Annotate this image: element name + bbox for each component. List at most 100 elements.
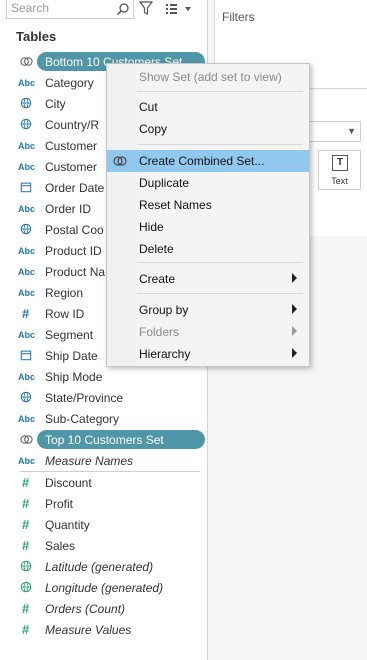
globe-icon (20, 581, 34, 595)
field-name: Discount (45, 476, 92, 490)
field-name: Segment (45, 328, 94, 342)
view-options-icon[interactable] (164, 1, 196, 17)
menu-item-duplicate[interactable]: Duplicate (107, 172, 309, 194)
string-type-icon: Abc (18, 456, 36, 466)
dimensions-measures-divider (20, 471, 200, 472)
field-name: Postal Coo (45, 223, 104, 237)
menu-item-label: Duplicate (139, 176, 190, 190)
field-item[interactable]: State/Province (14, 388, 204, 408)
number-type-icon: # (22, 306, 30, 321)
field-item[interactable]: # Profit (14, 494, 204, 514)
field-name: Country/R (45, 118, 100, 132)
field-name: State/Province (45, 391, 124, 405)
menu-item-reset-names[interactable]: Reset Names (107, 194, 309, 216)
field-item[interactable]: Longitude (generated) (14, 578, 204, 598)
field-name: Ship Mode (45, 370, 103, 384)
field-item[interactable]: Top 10 Customers Set (14, 430, 205, 450)
number-type-icon: # (22, 517, 30, 532)
field-name: City (45, 97, 66, 111)
field-item[interactable]: # Quantity (14, 515, 204, 535)
string-type-icon: Abc (18, 246, 36, 256)
string-type-icon: Abc (18, 372, 36, 382)
tables-heading: Tables (16, 29, 57, 44)
menu-item-label: Show Set (add set to view) (139, 70, 282, 84)
menu-separator (137, 262, 303, 263)
menu-item-label: Reset Names (139, 198, 212, 212)
field-name: Category (45, 76, 94, 90)
globe-icon (20, 560, 34, 574)
mark-type-dropdown[interactable]: ▼ (305, 121, 361, 142)
number-type-icon: # (22, 475, 30, 490)
calendar-icon (20, 349, 34, 363)
field-name: Orders (Count) (45, 602, 126, 616)
field-item[interactable]: Latitude (generated) (14, 557, 204, 577)
field-name: Sales (45, 539, 76, 553)
menu-item-hierarchy[interactable]: Hierarchy (107, 343, 309, 365)
submenu-arrow-icon (292, 304, 297, 314)
menu-separator (137, 144, 303, 145)
field-name: Profit (45, 497, 74, 511)
menu-item-create-combined-set[interactable]: Create Combined Set... (107, 150, 309, 172)
set-icon (20, 55, 34, 69)
field-name: Row ID (45, 307, 85, 321)
text-icon: T (332, 155, 348, 171)
chevron-down-icon: ▼ (347, 126, 356, 136)
field-name: Customer (45, 160, 98, 174)
submenu-arrow-icon (292, 273, 297, 283)
field-name: Order Date (45, 181, 105, 195)
menu-separator (137, 91, 303, 92)
number-type-icon: # (22, 601, 30, 616)
field-name: Measure Values (45, 623, 132, 637)
field-item[interactable]: # Orders (Count) (14, 599, 204, 619)
string-type-icon: Abc (18, 162, 36, 172)
text-mark-label: Text (331, 176, 348, 186)
filter-icon[interactable] (139, 1, 153, 16)
field-item[interactable]: # Measure Values (14, 620, 204, 640)
filters-title: Filters (222, 10, 255, 24)
menu-item-label: Create (139, 272, 176, 286)
menu-item-label: Copy (139, 122, 168, 136)
field-item[interactable]: Abc Measure Names (14, 451, 204, 471)
set-icon (20, 433, 34, 447)
field-name: Ship Date (45, 349, 98, 363)
string-type-icon: Abc (18, 330, 36, 340)
search-icon[interactable] (116, 2, 130, 16)
field-item[interactable]: # Discount (14, 473, 204, 493)
combined-set-icon (113, 154, 127, 168)
menu-item-label: Cut (139, 100, 158, 114)
menu-item-group-by[interactable]: Group by (107, 299, 309, 321)
field-name: Longitude (generated) (45, 581, 164, 595)
number-type-icon: # (22, 622, 30, 637)
menu-item-hide[interactable]: Hide (107, 216, 309, 238)
menu-item-delete[interactable]: Delete (107, 238, 309, 260)
text-mark-button[interactable]: T Text (318, 150, 361, 190)
menu-item-label: Hide (139, 220, 164, 234)
context-menu: Show Set (add set to view) Cut Copy Create … (106, 63, 310, 367)
menu-item-show-set-add-set-to-view: Show Set (add set to view) (107, 66, 309, 88)
menu-item-label: Folders (139, 325, 180, 339)
string-type-icon: Abc (18, 288, 36, 298)
field-name: Measure Names (45, 454, 134, 468)
menu-item-label: Create Combined Set... (139, 154, 265, 168)
field-item[interactable]: Abc Ship Mode (14, 367, 204, 387)
field-name: Quantity (45, 518, 90, 532)
string-type-icon: Abc (18, 267, 36, 277)
globe-icon (20, 118, 34, 132)
menu-item-copy[interactable]: Copy (107, 118, 309, 140)
menu-item-cut[interactable]: Cut (107, 96, 309, 118)
search-input[interactable] (11, 1, 111, 15)
field-item[interactable]: Abc Sub-Category (14, 409, 204, 429)
field-name: Product Na (45, 265, 106, 279)
menu-separator (137, 293, 303, 294)
search-box[interactable] (6, 0, 134, 19)
field-name: Latitude (generated) (45, 560, 154, 574)
calendar-icon (20, 181, 34, 195)
field-name: Customer (45, 139, 98, 153)
menu-item-create[interactable]: Create (107, 268, 309, 290)
globe-icon (20, 97, 34, 111)
field-item[interactable]: # Sales (14, 536, 204, 556)
field-name: Product ID (45, 244, 102, 258)
string-type-icon: Abc (18, 141, 36, 151)
string-type-icon: Abc (18, 78, 36, 88)
submenu-arrow-icon (292, 326, 297, 336)
